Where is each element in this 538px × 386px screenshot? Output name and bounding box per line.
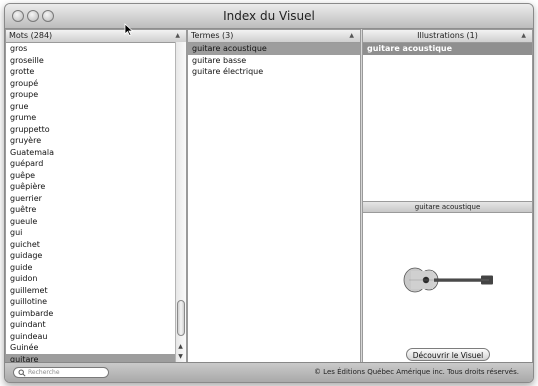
list-item[interactable]: guitare acoustique (363, 43, 532, 55)
terms-list: guitare acoustique guitare basse guitare é… (188, 43, 360, 78)
list-item[interactable]: grue (6, 101, 186, 113)
illustrations-panel: Illustrations (1) ▲ guitare acoustique g… (362, 29, 533, 363)
list-item[interactable]: gueule (6, 216, 186, 228)
list-item[interactable]: guillotine (6, 296, 186, 308)
illustrations-column-header[interactable]: Illustrations (1) ▲ (363, 30, 532, 43)
list-item[interactable]: grotte (6, 66, 186, 78)
discover-visual-button[interactable]: Découvrir le Visuel (406, 348, 490, 361)
sort-ascending-icon: ▲ (349, 32, 354, 39)
words-header-label: Mots (284) (9, 31, 53, 40)
list-item[interactable]: guerrier (6, 193, 186, 205)
list-item[interactable]: guillemet (6, 285, 186, 297)
list-item[interactable]: guichet (6, 239, 186, 251)
list-item[interactable]: grume (6, 112, 186, 124)
window-title: Index du Visuel (223, 9, 315, 23)
bottom-bar: Recherche © Les Éditions Québec Amérique… (5, 362, 533, 382)
words-panel: Mots (284) ▲ gros groseille grotte groupé gr… (5, 29, 187, 363)
list-item[interactable]: gui (6, 227, 186, 239)
list-item[interactable]: Guinée (6, 342, 186, 354)
search-placeholder: Recherche (28, 369, 60, 376)
search-icon (18, 369, 26, 377)
list-item[interactable]: guitare électrique (188, 66, 360, 78)
sort-ascending-icon: ▲ (521, 32, 526, 39)
scroll-down-icon[interactable]: ▼ (176, 352, 185, 361)
list-item[interactable]: guidage (6, 250, 186, 262)
words-scrollbar[interactable]: ▲ ▼ (175, 42, 186, 362)
illustrations-list: guitare acoustique (363, 43, 532, 55)
list-item[interactable]: guindeau (6, 331, 186, 343)
title-bar[interactable]: Index du Visuel (5, 4, 533, 29)
words-list: gros groseille grotte groupé groupe grue grume… (6, 43, 186, 362)
scroll-up-icon[interactable]: ▲ (176, 342, 185, 351)
list-item[interactable]: guépard (6, 158, 186, 170)
words-column-header[interactable]: Mots (284) ▲ (6, 30, 186, 43)
mouse-pointer-icon (124, 23, 134, 37)
copyright-text: © Les Éditions Québec Amérique inc. Tous… (313, 368, 519, 376)
preview-area: Découvrir le Visuel (363, 213, 532, 362)
illustrations-header-label: Illustrations (1) (417, 31, 478, 40)
list-item[interactable]: groupé (6, 78, 186, 90)
list-item[interactable]: guêpière (6, 181, 186, 193)
list-item[interactable]: guitare acoustique (188, 43, 360, 55)
sort-ascending-icon: ▲ (175, 32, 180, 39)
list-item[interactable]: gruppetto (6, 124, 186, 136)
list-item[interactable]: guêtre (6, 204, 186, 216)
terms-column-header[interactable]: Termes (3) ▲ (188, 30, 360, 43)
app-window: Index du Visuel Mots (284) ▲ gros groseil… (4, 3, 534, 383)
list-item[interactable]: gros (6, 43, 186, 55)
list-item[interactable]: gruyère (6, 135, 186, 147)
list-item[interactable]: groseille (6, 55, 186, 67)
terms-panel: Termes (3) ▲ guitare acoustique guitare b… (187, 29, 361, 363)
search-field[interactable]: Recherche (13, 367, 109, 378)
list-item[interactable]: guindant (6, 319, 186, 331)
preview-title: guitare acoustique (363, 201, 532, 213)
list-item[interactable]: guimbarde (6, 308, 186, 320)
list-item[interactable]: guitare basse (188, 55, 360, 67)
acoustic-guitar-image (403, 267, 493, 293)
scroll-thumb[interactable] (177, 300, 185, 336)
list-item[interactable]: guêpe (6, 170, 186, 182)
list-item[interactable]: Guatemala (6, 147, 186, 159)
list-item[interactable]: guide (6, 262, 186, 274)
list-item[interactable]: groupe (6, 89, 186, 101)
terms-header-label: Termes (3) (191, 31, 234, 40)
list-item[interactable]: guidon (6, 273, 186, 285)
